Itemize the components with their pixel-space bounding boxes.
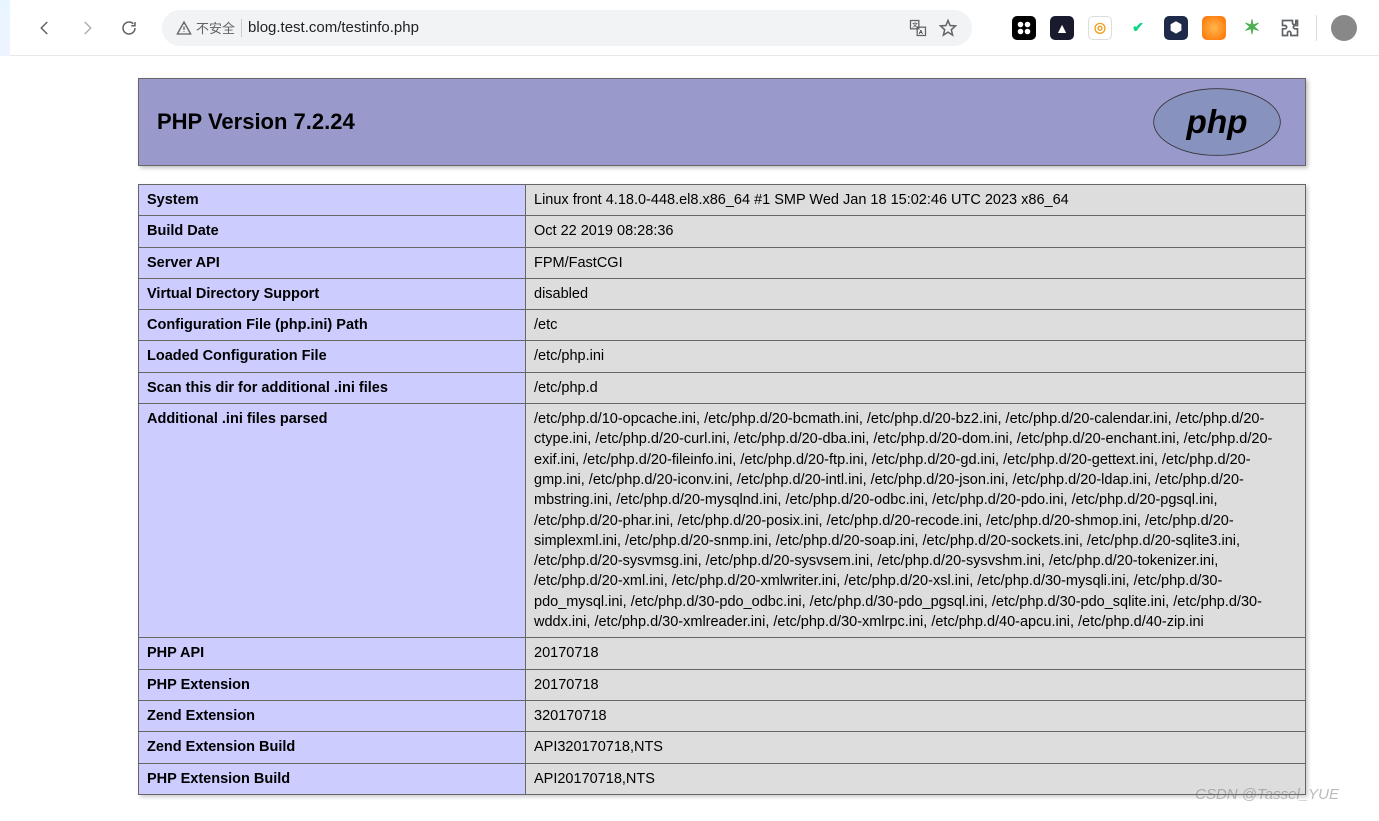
info-key: Zend Extension Build <box>139 732 526 763</box>
arrow-right-icon <box>78 19 96 37</box>
extension-icon[interactable] <box>1012 16 1036 40</box>
extension-icon[interactable]: ◎ <box>1088 16 1112 40</box>
info-value: 20170718 <box>526 669 1306 700</box>
table-row: Server APIFPM/FastCGI <box>139 247 1306 278</box>
info-value: 20170718 <box>526 638 1306 669</box>
table-row: Loaded Configuration File/etc/php.ini <box>139 341 1306 372</box>
info-key: Virtual Directory Support <box>139 278 526 309</box>
table-row: PHP Extension20170718 <box>139 669 1306 700</box>
back-button[interactable] <box>28 11 62 45</box>
extension-icon[interactable]: ⬢ <box>1164 16 1188 40</box>
phpinfo-table: SystemLinux front 4.18.0-448.el8.x86_64 … <box>138 184 1306 795</box>
info-key: Additional .ini files parsed <box>139 404 526 638</box>
profile-avatar[interactable] <box>1331 15 1357 41</box>
info-value: FPM/FastCGI <box>526 247 1306 278</box>
info-value: Oct 22 2019 08:28:36 <box>526 216 1306 247</box>
extension-icon[interactable] <box>1202 16 1226 40</box>
arrow-left-icon <box>36 19 54 37</box>
forward-button[interactable] <box>70 11 104 45</box>
table-row: Zend Extension BuildAPI320170718,NTS <box>139 732 1306 763</box>
info-key: Build Date <box>139 216 526 247</box>
url-text: blog.test.com/testinfo.php <box>248 19 902 36</box>
info-value: /etc/php.d <box>526 372 1306 403</box>
info-value: 320170718 <box>526 700 1306 731</box>
warning-icon <box>176 20 192 36</box>
page-title: PHP Version 7.2.24 <box>157 109 1147 135</box>
info-key: Server API <box>139 247 526 278</box>
info-key: Configuration File (php.ini) Path <box>139 310 526 341</box>
svg-text:php: php <box>1185 104 1247 141</box>
table-row: Virtual Directory Supportdisabled <box>139 278 1306 309</box>
info-key: PHP Extension <box>139 669 526 700</box>
table-row: PHP Extension BuildAPI20170718,NTS <box>139 763 1306 794</box>
divider <box>1316 15 1317 41</box>
security-indicator[interactable]: 不安全 <box>176 18 235 37</box>
extensions-menu-icon[interactable] <box>1278 16 1302 40</box>
extension-icon[interactable]: ▲ <box>1050 16 1074 40</box>
extensions-area: ▲ ◎ ✔ ⬢ ✶ <box>1012 15 1369 41</box>
table-row: Configuration File (php.ini) Path/etc <box>139 310 1306 341</box>
info-value: API20170718,NTS <box>526 763 1306 794</box>
reload-icon <box>120 19 138 37</box>
bookmark-star-icon[interactable] <box>938 18 958 38</box>
reload-button[interactable] <box>112 11 146 45</box>
php-logo: php <box>1147 87 1287 157</box>
svg-text:文: 文 <box>912 21 918 29</box>
info-value: /etc/php.ini <box>526 341 1306 372</box>
info-value: /etc/php.d/10-opcache.ini, /etc/php.d/20… <box>526 404 1306 638</box>
phpinfo-header: PHP Version 7.2.24 php <box>138 78 1306 166</box>
info-key: System <box>139 185 526 216</box>
table-row: Zend Extension320170718 <box>139 700 1306 731</box>
table-row: Build DateOct 22 2019 08:28:36 <box>139 216 1306 247</box>
table-row: Scan this dir for additional .ini files/… <box>139 372 1306 403</box>
table-row: Additional .ini files parsed/etc/php.d/1… <box>139 404 1306 638</box>
info-value: Linux front 4.18.0-448.el8.x86_64 #1 SMP… <box>526 185 1306 216</box>
info-key: Scan this dir for additional .ini files <box>139 372 526 403</box>
info-key: PHP Extension Build <box>139 763 526 794</box>
address-bar[interactable]: 不安全 blog.test.com/testinfo.php 文A <box>162 10 972 46</box>
translate-icon[interactable]: 文A <box>908 18 928 38</box>
window-edge <box>0 0 10 56</box>
browser-toolbar: 不安全 blog.test.com/testinfo.php 文A ▲ ◎ ✔ … <box>0 0 1379 56</box>
info-key: Zend Extension <box>139 700 526 731</box>
info-value: API320170718,NTS <box>526 732 1306 763</box>
page-content: PHP Version 7.2.24 php SystemLinux front… <box>0 56 1379 821</box>
extension-icon[interactable]: ✶ <box>1240 16 1264 40</box>
table-row: PHP API20170718 <box>139 638 1306 669</box>
info-value: disabled <box>526 278 1306 309</box>
info-key: PHP API <box>139 638 526 669</box>
security-label: 不安全 <box>196 18 235 37</box>
table-row: SystemLinux front 4.18.0-448.el8.x86_64 … <box>139 185 1306 216</box>
info-value: /etc <box>526 310 1306 341</box>
extension-icon[interactable]: ✔ <box>1126 16 1150 40</box>
info-key: Loaded Configuration File <box>139 341 526 372</box>
svg-text:A: A <box>919 29 923 35</box>
